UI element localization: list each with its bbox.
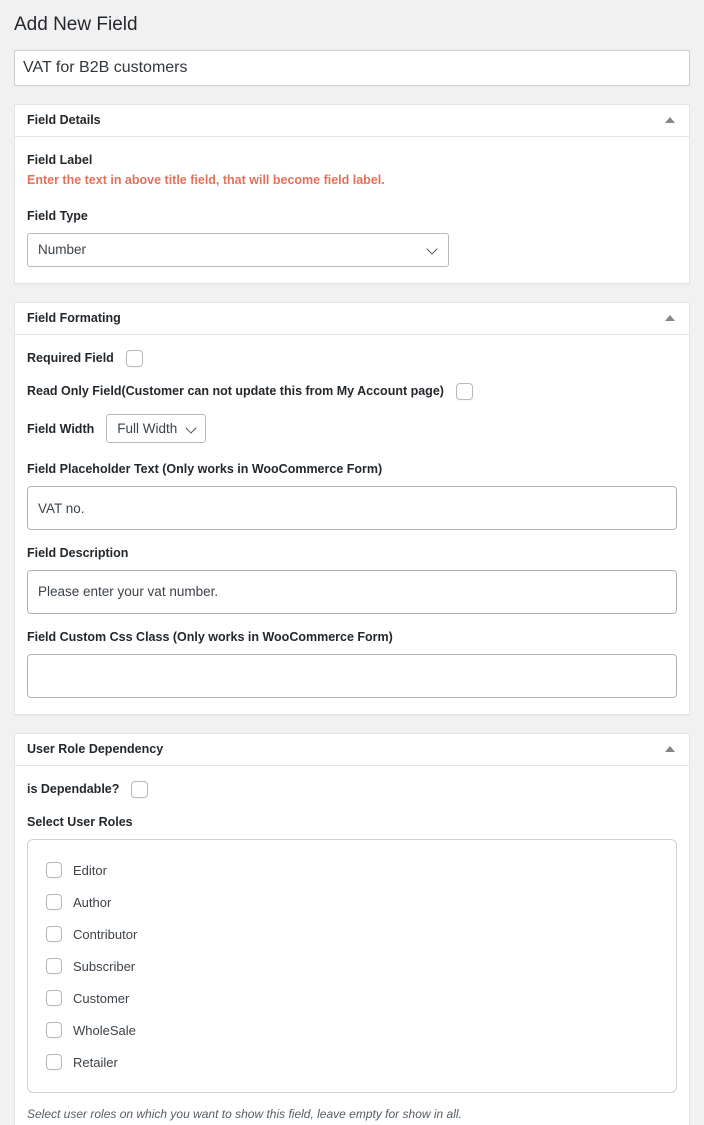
role-label: Contributor xyxy=(73,926,138,942)
role-label: Subscriber xyxy=(73,958,136,974)
role-label: WholeSale xyxy=(73,1022,136,1038)
panel-user-role-dependency-title: User Role Dependency xyxy=(27,741,164,756)
field-type-select[interactable]: Number xyxy=(27,232,449,267)
panel-field-formating: Field Formating Required Field Read Only… xyxy=(14,301,690,715)
is-dependable-checkbox[interactable] xyxy=(131,780,149,798)
role-checkbox-retailer[interactable] xyxy=(46,1054,62,1071)
field-label-warning: Enter the text in above title field, tha… xyxy=(27,173,385,188)
placeholder-text-label: Field Placeholder Text (Only works in Wo… xyxy=(27,462,383,477)
add-new-field-page: Add New Field Field Details Field Label … xyxy=(0,0,704,1125)
panel-user-role-dependency-header[interactable]: User Role Dependency xyxy=(15,733,689,766)
triangle-up-icon[interactable] xyxy=(665,315,675,322)
list-item[interactable]: Customer xyxy=(28,982,676,1014)
field-width-row: Field Width Full Width xyxy=(27,414,677,444)
list-item[interactable]: Retailer xyxy=(28,1046,676,1078)
is-dependable-label: is Dependable? xyxy=(27,781,120,796)
field-description-input[interactable] xyxy=(27,569,677,614)
role-checkbox-wholesale[interactable] xyxy=(46,1022,62,1039)
required-field-checkbox[interactable] xyxy=(125,349,143,367)
user-roles-list: Editor Author Contributor Subscriber Cus… xyxy=(27,839,677,1094)
role-label: Author xyxy=(73,894,112,910)
role-checkbox-contributor[interactable] xyxy=(46,926,62,943)
role-checkbox-editor[interactable] xyxy=(46,862,62,879)
chevron-down-icon xyxy=(186,423,197,434)
role-checkbox-customer[interactable] xyxy=(46,990,62,1007)
role-checkbox-subscriber[interactable] xyxy=(46,958,62,975)
triangle-up-icon[interactable] xyxy=(665,746,675,753)
field-type-select-value: Number xyxy=(38,242,87,258)
list-item[interactable]: Subscriber xyxy=(28,950,676,982)
read-only-field-checkbox[interactable] xyxy=(455,382,473,400)
field-title-input[interactable] xyxy=(14,49,690,86)
panel-field-formating-title: Field Formating xyxy=(27,311,121,326)
panel-field-formating-body: Required Field Read Only Field(Customer … xyxy=(15,335,689,714)
title-field-wrapper xyxy=(0,38,704,86)
field-css-class-input[interactable] xyxy=(27,653,677,698)
is-dependable-row: is Dependable? xyxy=(27,780,677,799)
required-field-label: Required Field xyxy=(27,350,114,365)
field-width-select-value: Full Width xyxy=(117,421,178,437)
field-label-heading: Field Label xyxy=(27,152,93,167)
panel-user-role-dependency: User Role Dependency is Dependable? Sele… xyxy=(14,732,690,1125)
required-field-row: Required Field xyxy=(27,349,677,368)
chevron-down-icon xyxy=(427,244,438,255)
triangle-up-icon[interactable] xyxy=(665,117,675,124)
panel-user-role-dependency-body: is Dependable? Select User Roles Editor … xyxy=(15,766,689,1125)
list-item[interactable]: Author xyxy=(28,886,676,918)
read-only-field-row: Read Only Field(Customer can not update … xyxy=(27,382,677,401)
role-checkbox-author[interactable] xyxy=(46,894,62,911)
list-item[interactable]: Editor xyxy=(28,854,676,886)
panel-field-details-title: Field Details xyxy=(27,112,101,127)
role-label: Customer xyxy=(73,990,130,1006)
panel-field-details-header[interactable]: Field Details xyxy=(15,104,689,137)
role-label: Editor xyxy=(73,862,107,878)
field-width-label: Field Width xyxy=(27,421,95,436)
placeholder-text-input[interactable] xyxy=(27,486,677,531)
field-css-class-label: Field Custom Css Class (Only works in Wo… xyxy=(27,629,393,644)
field-type-heading: Field Type xyxy=(27,209,88,224)
list-item[interactable]: WholeSale xyxy=(28,1014,676,1046)
panel-field-details: Field Details Field Label Enter the text… xyxy=(14,103,690,284)
page-title: Add New Field xyxy=(14,14,138,35)
select-user-roles-label: Select User Roles xyxy=(27,815,133,830)
read-only-field-label: Read Only Field(Customer can not update … xyxy=(27,383,444,398)
field-width-select[interactable]: Full Width xyxy=(106,414,207,444)
role-label: Retailer xyxy=(73,1054,118,1070)
panel-field-details-body: Field Label Enter the text in above titl… xyxy=(15,137,689,283)
panel-field-formating-header[interactable]: Field Formating xyxy=(15,302,689,335)
field-description-label: Field Description xyxy=(27,546,129,561)
user-roles-help-note: Select user roles on which you want to s… xyxy=(27,1107,462,1122)
list-item[interactable]: Contributor xyxy=(28,918,676,950)
